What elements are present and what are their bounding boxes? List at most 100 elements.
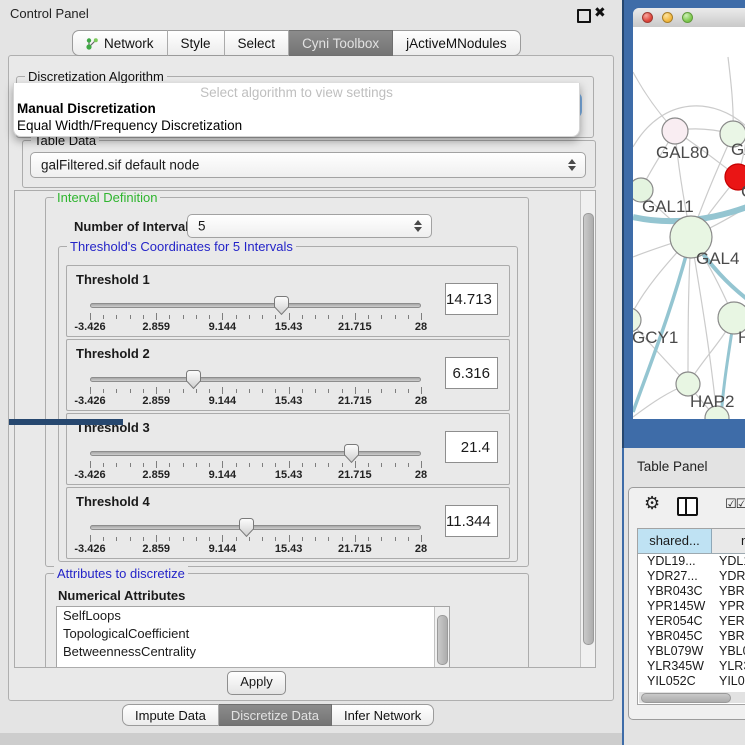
algorithm-dropdown-popup: Select algorithm to view settings Manual… <box>13 83 580 137</box>
column-header-shared-name[interactable]: shared... <box>638 529 712 553</box>
node-label: GCY1 <box>633 328 678 347</box>
slider-track[interactable] <box>90 377 421 382</box>
attribute-list-scrollbar[interactable] <box>434 607 449 667</box>
attribute-item[interactable]: TopologicalCoefficient <box>57 625 449 643</box>
tab-network[interactable]: Network <box>72 30 168 56</box>
tick-mark <box>289 387 290 394</box>
tick-mark <box>408 537 409 541</box>
dropdown-option-equal-width[interactable]: Equal Width/Frequency Discretization <box>17 118 242 133</box>
tab-select[interactable]: Select <box>225 30 290 56</box>
tick-label: 21.715 <box>338 395 372 407</box>
tick-mark <box>381 315 382 319</box>
split-columns-icon[interactable] <box>677 497 698 516</box>
numerical-attributes-list: SelfLoopsTopologicalCoefficientBetweenne… <box>56 606 450 668</box>
algorithm-group-title: Discretization Algorithm <box>25 69 167 84</box>
threshold-slider[interactable]: -3.4262.8599.14415.4321.71528 <box>90 296 421 334</box>
slider-thumb-icon[interactable] <box>239 518 254 537</box>
tick-mark <box>302 389 303 393</box>
tick-label: 28 <box>415 395 427 407</box>
settings-vertical-scrollbar[interactable] <box>580 191 595 667</box>
slider-thumb-icon[interactable] <box>186 370 201 389</box>
threshold-value-field[interactable]: 6.316 <box>445 357 498 389</box>
attribute-item[interactable]: SelfLoops <box>57 607 449 625</box>
threshold-value-field[interactable]: 11.344 <box>445 505 498 537</box>
tick-mark <box>408 389 409 393</box>
table-row[interactable]: YDL19...YDL1 <box>638 554 745 569</box>
settings-scroll-pane: Interval Definition Number of Intervals … <box>14 190 596 668</box>
threshold-label: Threshold 2 <box>76 346 150 361</box>
node-table: shared... n... YDL19...YDL1YDR27...YDR2Y… <box>637 528 745 705</box>
cell-name: YER0 <box>712 614 745 629</box>
checkbox-pair-icon[interactable]: ☑☑ <box>725 496 745 512</box>
tick-mark <box>236 537 237 541</box>
apply-button[interactable]: Apply <box>227 671 286 695</box>
threshold-value-field[interactable]: 14.713 <box>445 283 498 315</box>
tick-mark <box>116 537 117 541</box>
tick-label: 15.43 <box>275 469 303 481</box>
attribute-item[interactable]: BetweennessCentrality <box>57 643 449 661</box>
close-icon[interactable]: ✖ <box>594 4 606 21</box>
tick-label: 9.144 <box>209 469 237 481</box>
tab-label: Select <box>238 36 276 51</box>
table-row[interactable]: YBR045CYBR0 <box>638 629 745 644</box>
tab-infer-network[interactable]: Infer Network <box>332 704 434 726</box>
slider-track[interactable] <box>90 303 421 308</box>
table-panel-box: ⚙ ☑☑ shared... n... YDL19...YDL1YDR27...… <box>628 487 745 720</box>
tick-mark <box>116 389 117 393</box>
network-icon <box>86 37 99 50</box>
slider-thumb-icon[interactable] <box>274 296 289 315</box>
cell-shared-name: YPR145W <box>638 599 712 614</box>
gear-icon[interactable]: ⚙ <box>644 493 660 514</box>
tick-mark <box>275 537 276 541</box>
threshold-slider[interactable]: -3.4262.8599.14415.4321.71528 <box>90 370 421 408</box>
threshold-slider[interactable]: -3.4262.8599.14415.4321.71528 <box>90 444 421 482</box>
threshold-slider[interactable]: -3.4262.8599.14415.4321.71528 <box>90 518 421 556</box>
tab-cyni-toolbox[interactable]: Cyni Toolbox <box>289 30 393 56</box>
tick-mark <box>421 461 422 468</box>
number-of-intervals-value: 5 <box>198 219 206 234</box>
number-of-intervals-combobox[interactable]: 5 <box>187 214 432 238</box>
tick-mark <box>183 537 184 541</box>
tick-mark <box>289 461 290 468</box>
numerical-attributes-heading: Numerical Attributes <box>58 588 185 603</box>
table-data-combobox[interactable]: galFiltered.sif default node <box>30 152 586 178</box>
cell-shared-name: YER054C <box>638 614 712 629</box>
table-row[interactable]: YER054CYER0 <box>638 614 745 629</box>
tick-mark <box>90 461 91 468</box>
network-node[interactable] <box>662 118 688 144</box>
table-row[interactable]: YPR145WYPR1 <box>638 599 745 614</box>
threshold-panel: Threshold 4 -3.4262.8599.14415.4321.7152… <box>66 487 510 559</box>
table-row[interactable]: YDR27...YDR2 <box>638 569 745 584</box>
slider-track[interactable] <box>90 525 421 530</box>
control-panel: Control Panel ✖ NetworkStyleSelectCyni T… <box>0 0 622 733</box>
close-traffic-light-icon[interactable] <box>642 12 653 23</box>
node-label: HAP2 <box>690 392 734 411</box>
tab-style[interactable]: Style <box>168 30 225 56</box>
tab-discretize-data[interactable]: Discretize Data <box>219 704 332 726</box>
cell-shared-name: YLR345W <box>638 659 712 674</box>
table-horizontal-scrollbar[interactable] <box>639 692 745 703</box>
table-row[interactable]: YLR345WYLR3 <box>638 659 745 674</box>
table-row[interactable]: YIL052CYIL0 <box>638 674 745 689</box>
table-row[interactable]: YBR043CYBR0 <box>638 584 745 599</box>
tick-mark <box>222 313 223 320</box>
threshold-value-field[interactable]: 21.4 <box>445 431 498 463</box>
tick-mark <box>196 315 197 319</box>
zoom-traffic-light-icon[interactable] <box>682 12 693 23</box>
tab-impute-data[interactable]: Impute Data <box>122 704 219 726</box>
dropdown-option-manual[interactable]: Manual Discretization <box>17 101 156 116</box>
slider-track[interactable] <box>90 451 421 456</box>
float-window-icon[interactable] <box>577 9 591 23</box>
tick-label: 15.43 <box>275 543 303 555</box>
slider-thumb-icon[interactable] <box>344 444 359 463</box>
column-header-name[interactable]: n... <box>712 529 745 553</box>
network-canvas[interactable]: GAL80GAGAL11CGAL4GCY1HHAP2 <box>633 27 745 419</box>
thresholds-group-title: Threshold's Coordinates for 5 Intervals <box>67 239 296 254</box>
tick-label: 2.859 <box>142 543 170 555</box>
tick-mark <box>355 535 356 542</box>
table-row[interactable]: YBL079WYBL0 <box>638 644 745 659</box>
tick-mark <box>275 389 276 393</box>
tick-mark <box>368 389 369 393</box>
tab-jactivemnodules[interactable]: jActiveMNodules <box>393 30 521 56</box>
minimize-traffic-light-icon[interactable] <box>662 12 673 23</box>
